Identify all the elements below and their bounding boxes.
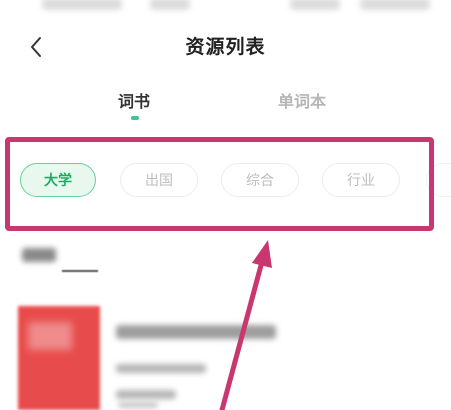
tab-vocabulary-notebook[interactable]: 单词本	[278, 88, 326, 112]
active-tab-indicator	[131, 116, 139, 120]
tab-word-books[interactable]: 词书	[118, 88, 150, 112]
blurred-book-meta	[118, 402, 158, 408]
blurred-book-meta	[116, 390, 176, 399]
blurred-section-label	[22, 248, 56, 262]
annotation-highlight-box	[5, 137, 434, 231]
page-title: 资源列表	[185, 36, 266, 58]
book-cover-detail	[28, 322, 72, 350]
screen: 资源列表 词书 单词本 大学 出国 综合 行业	[0, 0, 451, 410]
section-divider	[62, 270, 98, 272]
blurred-book-meta	[116, 364, 206, 373]
blurred-top-strip	[0, 0, 451, 16]
blurred-book-title	[116, 325, 276, 339]
